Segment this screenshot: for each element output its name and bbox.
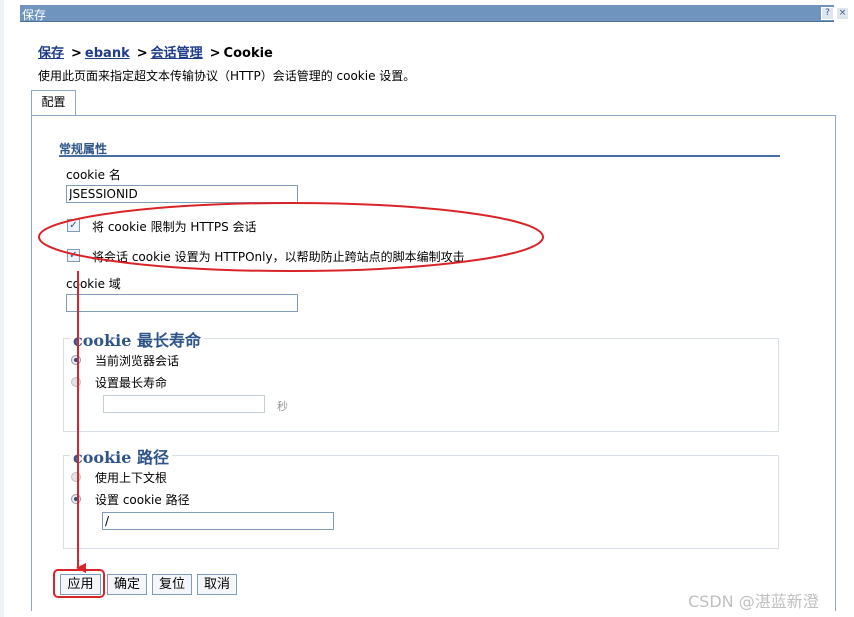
max-age-browser-radio[interactable] xyxy=(71,355,81,365)
reset-button[interactable]: 复位 xyxy=(152,574,192,595)
path-set-label: 设置 cookie 路径 xyxy=(95,493,190,507)
breadcrumb-link-session[interactable]: 会话管理 xyxy=(151,46,203,61)
https-only-checkbox[interactable]: ✓ xyxy=(67,219,80,232)
close-icon[interactable]: × xyxy=(836,7,849,20)
max-age-input[interactable] xyxy=(103,395,265,413)
path-set-radio[interactable] xyxy=(71,494,81,504)
max-age-set-label: 设置最长寿命 xyxy=(95,376,168,390)
path-context-label: 使用上下文根 xyxy=(95,471,168,485)
breadcrumb-link-ebank[interactable]: ebank xyxy=(85,46,130,61)
max-age-unit: 秒 xyxy=(277,400,288,413)
path-legend: cookie 路径 xyxy=(70,444,173,468)
httponly-checkbox[interactable]: ✓ xyxy=(67,249,80,262)
title-bar: 保存 ? × xyxy=(20,5,849,22)
https-only-label: 将 cookie 限制为 HTTPS 会话 xyxy=(92,220,257,234)
apply-button[interactable]: 应用 xyxy=(60,574,101,595)
help-icon[interactable]: ? xyxy=(821,7,834,20)
breadcrumb-separator: > xyxy=(136,46,148,61)
breadcrumb-link-save[interactable]: 保存 xyxy=(38,46,64,61)
section-divider xyxy=(59,155,780,157)
watermark: CSDN @湛蓝新澄 xyxy=(688,592,819,611)
cookie-path-input[interactable] xyxy=(102,512,334,530)
cookie-name-input[interactable] xyxy=(66,185,298,203)
cookie-domain-label: cookie 域 xyxy=(66,277,121,291)
httponly-label: 将会话 cookie 设置为 HTTPOnly，以帮助防止跨站点的脚本编制攻击 xyxy=(92,250,465,264)
breadcrumb-separator: > xyxy=(71,46,82,61)
max-age-legend: cookie 最长寿命 xyxy=(70,327,205,351)
cookie-domain-input[interactable] xyxy=(66,294,298,312)
breadcrumb-separator: > xyxy=(209,46,221,61)
max-age-browser-label: 当前浏览器会话 xyxy=(95,354,180,368)
ok-button[interactable]: 确定 xyxy=(107,574,147,595)
path-context-radio[interactable] xyxy=(71,472,81,482)
window-title: 保存 xyxy=(22,8,47,22)
page-description: 使用此页面来指定超文本传输协议（HTTP）会话管理的 cookie 设置。 xyxy=(38,69,416,83)
cancel-button[interactable]: 取消 xyxy=(197,574,237,595)
breadcrumb-current: Cookie xyxy=(223,46,273,61)
tab-configuration[interactable]: 配置 xyxy=(31,90,76,115)
cookie-name-label: cookie 名 xyxy=(66,168,121,182)
breadcrumb: 保存 > ebank > 会话管理 > Cookie xyxy=(38,42,273,61)
max-age-set-radio[interactable] xyxy=(71,377,81,387)
left-edge xyxy=(0,0,4,617)
